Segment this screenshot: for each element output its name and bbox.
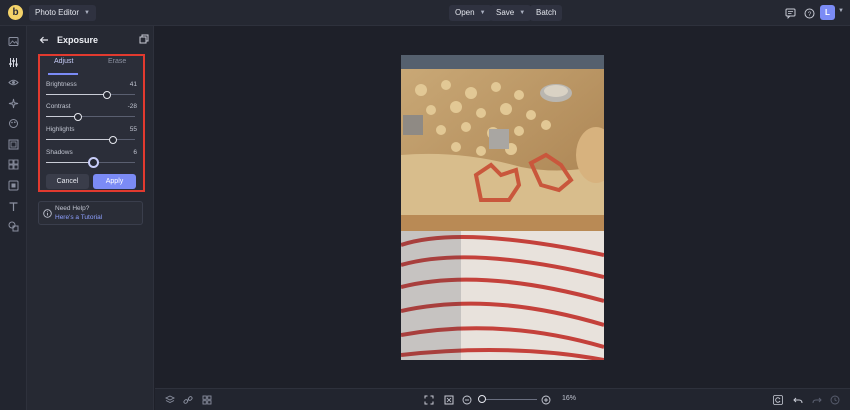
effects-sparkle-icon[interactable] xyxy=(7,97,20,110)
apply-button[interactable]: Apply xyxy=(93,174,136,189)
brightness-value: 41 xyxy=(129,81,137,88)
help-icon[interactable]: ? xyxy=(802,6,816,20)
info-icon xyxy=(43,209,52,218)
batch-label: Batch xyxy=(536,8,557,17)
paint-brush-icon[interactable] xyxy=(7,117,20,130)
panel-header: Exposure xyxy=(39,33,149,47)
panel-title: Exposure xyxy=(57,35,99,45)
top-bar: b Photo Editor ▼ Open ▼ Save ▼ Batch ? L… xyxy=(0,0,850,26)
redo-icon[interactable] xyxy=(811,394,823,406)
back-arrow-icon[interactable] xyxy=(39,35,49,45)
contrast-label: Contrast xyxy=(46,103,71,110)
graphics-icon[interactable] xyxy=(7,220,20,233)
chevron-down-icon: ▼ xyxy=(84,10,90,16)
adjust-controls-box: Adjust Erase Brightness 41 Contrast -28 … xyxy=(38,54,145,192)
eye-icon[interactable] xyxy=(7,76,20,89)
highlights-value: 55 xyxy=(129,126,137,133)
history-icon[interactable] xyxy=(829,394,841,406)
slider-thumb[interactable] xyxy=(108,135,117,144)
slider-fill xyxy=(46,162,94,163)
shadows-slider[interactable]: Shadows 6 xyxy=(40,149,143,169)
shadows-label: Shadows xyxy=(46,149,73,156)
slider-track[interactable] xyxy=(46,112,135,121)
slider-thumb[interactable] xyxy=(74,112,83,121)
tutorial-link[interactable]: Here's a Tutorial xyxy=(55,214,102,221)
highlights-slider[interactable]: Highlights 55 xyxy=(40,126,143,146)
layers-stack-icon[interactable] xyxy=(164,394,176,406)
app-switcher-label: Photo Editor xyxy=(35,8,80,17)
actual-size-icon[interactable] xyxy=(443,394,455,406)
panel-tabs: Adjust Erase xyxy=(40,58,143,75)
chevron-down-icon: ▼ xyxy=(519,10,526,16)
contrast-value: -28 xyxy=(127,103,137,110)
zoom-slider-thumb[interactable] xyxy=(478,395,486,403)
slider-track[interactable] xyxy=(46,157,135,168)
slider-track[interactable] xyxy=(46,90,135,99)
tool-rail xyxy=(0,26,27,410)
text-icon[interactable] xyxy=(7,200,20,213)
tab-adjust[interactable]: Adjust xyxy=(54,58,73,65)
active-tab-indicator xyxy=(48,73,78,75)
svg-text:?: ? xyxy=(807,11,811,18)
chevron-down-icon[interactable]: ▼ xyxy=(838,8,844,14)
slider-fill xyxy=(46,139,113,140)
avatar[interactable]: L xyxy=(820,5,835,20)
reset-icon[interactable] xyxy=(772,394,784,406)
undo-icon[interactable] xyxy=(792,394,804,406)
help-card[interactable]: Need Help? Here's a Tutorial xyxy=(38,201,143,225)
shadows-value: 6 xyxy=(133,149,137,156)
tab-erase[interactable]: Erase xyxy=(108,58,126,65)
highlights-label: Highlights xyxy=(46,126,75,133)
save-button[interactable]: Save ▼ xyxy=(490,5,532,21)
slider-track[interactable] xyxy=(46,135,135,144)
app-logo[interactable]: b xyxy=(8,5,23,20)
collage-grid-icon[interactable] xyxy=(7,158,20,171)
cancel-button[interactable]: Cancel xyxy=(46,174,89,189)
feedback-icon[interactable] xyxy=(783,6,797,20)
texture-icon[interactable] xyxy=(7,179,20,192)
slider-fill xyxy=(46,94,108,95)
help-heading: Need Help? xyxy=(55,205,90,212)
open-label: Open xyxy=(455,8,475,17)
chevron-down-icon: ▼ xyxy=(479,10,486,16)
batch-button[interactable]: Batch xyxy=(530,5,563,21)
zoom-slider[interactable] xyxy=(481,399,537,400)
frame-icon[interactable] xyxy=(7,138,20,151)
layers-icon[interactable] xyxy=(139,34,149,44)
contrast-slider[interactable]: Contrast -28 xyxy=(40,103,143,123)
image-icon[interactable] xyxy=(7,35,20,48)
open-button[interactable]: Open ▼ xyxy=(449,5,492,21)
link-icon[interactable] xyxy=(182,394,194,406)
brightness-label: Brightness xyxy=(46,81,77,88)
grid-view-icon[interactable] xyxy=(201,394,213,406)
zoom-level: 16% xyxy=(562,395,577,402)
fit-screen-icon[interactable] xyxy=(423,394,435,406)
save-label: Save xyxy=(496,8,515,17)
zoom-in-icon[interactable] xyxy=(540,394,552,406)
slider-thumb[interactable] xyxy=(87,157,99,168)
app-switcher-dropdown[interactable]: Photo Editor ▼ xyxy=(29,5,96,21)
photo-canvas-image[interactable] xyxy=(401,55,604,360)
slider-thumb[interactable] xyxy=(103,90,112,99)
adjust-sliders-icon[interactable] xyxy=(7,56,20,69)
brightness-slider[interactable]: Brightness 41 xyxy=(40,81,143,101)
zoom-out-icon[interactable] xyxy=(461,394,473,406)
